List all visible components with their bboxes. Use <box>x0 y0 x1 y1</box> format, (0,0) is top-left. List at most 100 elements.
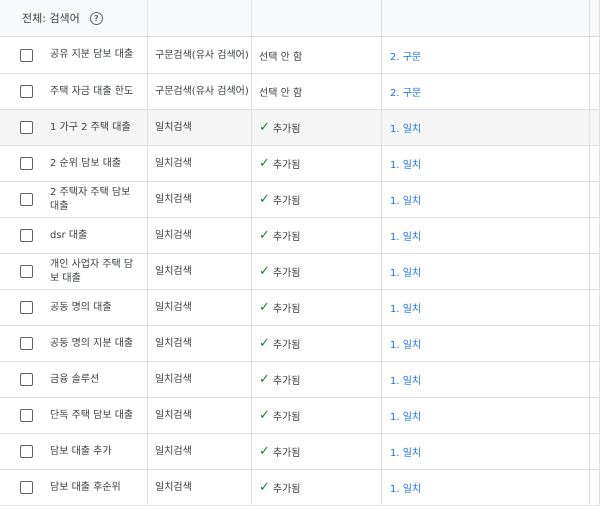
level-cell: 1. 일치 <box>382 434 590 469</box>
level-cell: 1. 일치 <box>382 110 590 145</box>
table-body: 공유 지분 담보 대출 구문검색(유사 검색어) 선택 안 함 2. 구문 주택… <box>0 37 600 506</box>
table-row[interactable]: 단독 주택 담보 대출 일치검색 ✓ 추가됨 1. 일치 <box>0 398 600 434</box>
match-type-cell: 일치검색 <box>148 218 252 253</box>
match-type-text: 일치검색 <box>155 410 192 421</box>
status-text: 추가됨 <box>272 232 301 243</box>
level-link[interactable]: 1. 일치 <box>390 264 421 279</box>
row-checkbox[interactable] <box>20 301 33 314</box>
table-row[interactable]: 주택 자금 대출 한도 구문검색(유사 검색어) 선택 안 함 2. 구문 <box>0 74 600 110</box>
check-icon: ✓ <box>259 336 270 351</box>
match-type-cell: 일치검색 <box>148 470 252 505</box>
level-link[interactable]: 1. 일치 <box>390 192 421 207</box>
row-checkbox[interactable] <box>20 409 33 422</box>
keyword-text: 1 가구 2 주택 대출 <box>50 121 131 133</box>
keyword-cell: 주택 자금 대출 한도 <box>0 74 148 109</box>
check-icon: ✓ <box>259 228 270 243</box>
row-checkbox[interactable] <box>20 229 33 242</box>
extra-cell <box>590 218 600 253</box>
extra-cell <box>590 146 600 181</box>
match-type-cell: 일치검색 <box>148 254 252 289</box>
table-row[interactable]: 2 주택자 주택 담보 대출 일치검색 ✓ 추가됨 1. 일치 <box>0 182 600 218</box>
status-text: 추가됨 <box>272 196 301 207</box>
table-row[interactable]: 공유 지분 담보 대출 구문검색(유사 검색어) 선택 안 함 2. 구문 <box>0 37 600 74</box>
keyword-cell: 공동 명의 대출 <box>0 290 148 325</box>
status: ✓ 추가됨 <box>259 156 301 171</box>
level-link[interactable]: 1. 일치 <box>390 372 421 387</box>
level-link[interactable]: 1. 일치 <box>390 336 421 351</box>
level-cell: 1. 일치 <box>382 254 590 289</box>
table-row[interactable]: 담보 대출 후순위 일치검색 ✓ 추가됨 1. 일치 <box>0 470 600 506</box>
check-icon: ✓ <box>259 408 270 423</box>
match-type-cell: 구문검색(유사 검색어) <box>148 37 252 73</box>
row-checkbox[interactable] <box>20 157 33 170</box>
column-header-keyword[interactable]: 전체: 검색어 ? <box>0 0 148 36</box>
status-text: 추가됨 <box>272 160 301 171</box>
row-checkbox[interactable] <box>20 373 33 386</box>
status-cell: ✓ 추가됨 <box>252 326 382 361</box>
column-header-match-type[interactable] <box>148 0 252 36</box>
row-checkbox[interactable] <box>20 121 33 134</box>
row-checkbox[interactable] <box>20 337 33 350</box>
extra-cell <box>590 110 600 145</box>
keyword-text: 주택 자금 대출 한도 <box>50 85 134 97</box>
level-link[interactable]: 2. 구문 <box>390 84 421 99</box>
status: 선택 안 함 <box>259 84 302 99</box>
status-text: 추가됨 <box>272 304 301 315</box>
status-cell: ✓ 추가됨 <box>252 254 382 289</box>
level-link[interactable]: 1. 일치 <box>390 300 421 315</box>
column-header-level[interactable] <box>382 0 590 36</box>
status: ✓ 추가됨 <box>259 120 301 135</box>
keyword-text: 금융 솔루션 <box>50 373 100 385</box>
match-type-cell: 일치검색 <box>148 290 252 325</box>
row-checkbox[interactable] <box>20 445 33 458</box>
table-row[interactable]: 공동 명의 지분 대출 일치검색 ✓ 추가됨 1. 일치 <box>0 326 600 362</box>
table-row[interactable]: 담보 대출 추가 일치검색 ✓ 추가됨 1. 일치 <box>0 434 600 470</box>
level-link[interactable]: 1. 일치 <box>390 156 421 171</box>
column-header-status[interactable] <box>252 0 382 36</box>
extra-cell <box>590 254 600 289</box>
table-row[interactable]: 2 순위 담보 대출 일치검색 ✓ 추가됨 1. 일치 <box>0 146 600 182</box>
match-type-text: 구문검색(유사 검색어) <box>155 86 249 97</box>
level-cell: 1. 일치 <box>382 326 590 361</box>
table-row[interactable]: 공동 명의 대출 일치검색 ✓ 추가됨 1. 일치 <box>0 290 600 326</box>
level-link[interactable]: 1. 일치 <box>390 480 421 495</box>
keyword-cell: 공동 명의 지분 대출 <box>0 326 148 361</box>
keyword-cell: 담보 대출 후순위 <box>0 470 148 505</box>
status-cell: ✓ 추가됨 <box>252 182 382 217</box>
help-circle-icon[interactable]: ? <box>89 11 103 25</box>
check-icon: ✓ <box>259 120 270 135</box>
status: ✓ 추가됨 <box>259 300 301 315</box>
row-checkbox[interactable] <box>20 265 33 278</box>
check-icon: ✓ <box>259 480 270 495</box>
extra-cell <box>590 74 600 109</box>
row-checkbox[interactable] <box>20 193 33 206</box>
extra-cell <box>590 182 600 217</box>
row-checkbox[interactable] <box>20 481 33 494</box>
table-row[interactable]: 금융 솔루션 일치검색 ✓ 추가됨 1. 일치 <box>0 362 600 398</box>
keyword-cell: dsr 대출 <box>0 218 148 253</box>
extra-cell <box>590 290 600 325</box>
table-row[interactable]: 1 가구 2 주택 대출 일치검색 ✓ 추가됨 1. 일치 <box>0 110 600 146</box>
level-link[interactable]: 1. 일치 <box>390 408 421 423</box>
level-link[interactable]: 2. 구문 <box>390 48 421 63</box>
keyword-cell: 2 순위 담보 대출 <box>0 146 148 181</box>
keyword-cell: 단독 주택 담보 대출 <box>0 398 148 433</box>
row-checkbox[interactable] <box>20 48 33 62</box>
level-link[interactable]: 1. 일치 <box>390 228 421 243</box>
check-icon: ✓ <box>259 156 270 171</box>
match-type-text: 일치검색 <box>155 374 192 385</box>
table-row[interactable]: 개인 사업자 주택 담보 대출 일치검색 ✓ 추가됨 1. 일치 <box>0 254 600 290</box>
match-type-cell: 일치검색 <box>148 326 252 361</box>
level-link[interactable]: 1. 일치 <box>390 120 421 135</box>
status: ✓ 추가됨 <box>259 336 301 351</box>
match-type-cell: 일치검색 <box>148 182 252 217</box>
status-text: 추가됨 <box>272 484 301 495</box>
level-cell: 1. 일치 <box>382 146 590 181</box>
keyword-cell: 1 가구 2 주택 대출 <box>0 110 148 145</box>
status-text: 추가됨 <box>272 448 301 459</box>
row-checkbox[interactable] <box>20 85 33 98</box>
level-link[interactable]: 1. 일치 <box>390 444 421 459</box>
table-row[interactable]: dsr 대출 일치검색 ✓ 추가됨 1. 일치 <box>0 218 600 254</box>
match-type-text: 일치검색 <box>155 482 192 493</box>
status: ✓ 추가됨 <box>259 408 301 423</box>
